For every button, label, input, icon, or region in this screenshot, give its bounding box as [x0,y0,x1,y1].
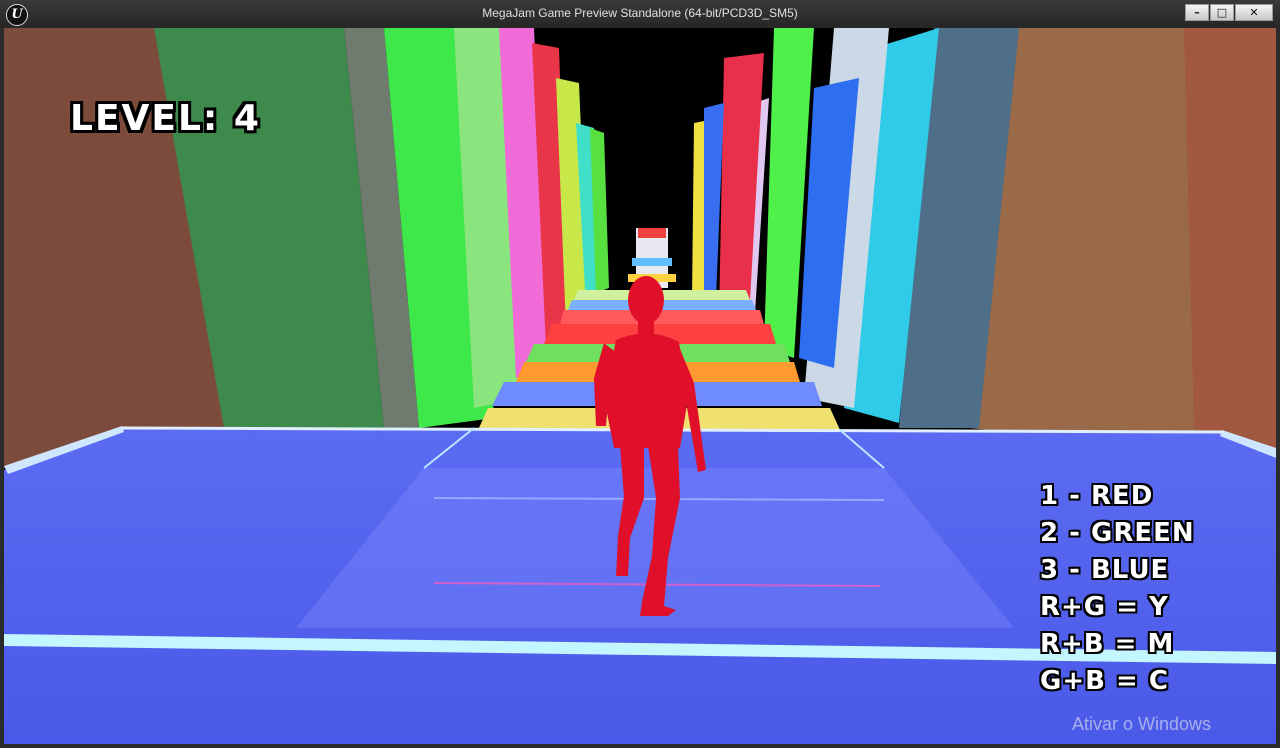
close-button[interactable]: ✕ [1235,4,1273,21]
window-title: MegaJam Game Preview Standalone (64-bit/… [482,6,798,20]
stair-step [560,310,764,324]
title-bar[interactable]: U MegaJam Game Preview Standalone (64-bi… [0,0,1280,27]
legend-item-green: 2 - GREEN [1040,518,1195,548]
game-viewport[interactable]: LEVEL: 4 1 - RED 2 - GREEN 3 - BLUE R+G … [4,28,1276,744]
wall-panel-right-darkbrown [1184,28,1276,458]
level-indicator: LEVEL: 4 [70,98,261,139]
distant-tower-stripe [632,258,672,266]
legend-item-cyan: G+B = C [1040,666,1169,696]
windows-activation-watermark: Ativar o Windows [1072,714,1212,734]
distant-tower-top [638,228,666,238]
legend-item-blue: 3 - BLUE [1040,555,1170,585]
minimize-button[interactable]: – [1185,4,1209,21]
legend-item-red: 1 - RED [1040,481,1154,511]
maximize-button[interactable]: □ [1210,4,1234,21]
legend-item-yellow: R+G = Y [1040,592,1169,622]
game-window: U MegaJam Game Preview Standalone (64-bi… [0,0,1280,748]
legend-item-magenta: R+B = M [1040,629,1175,659]
color-key-legend: 1 - RED 2 - GREEN 3 - BLUE R+G = Y R+B =… [1040,478,1195,700]
